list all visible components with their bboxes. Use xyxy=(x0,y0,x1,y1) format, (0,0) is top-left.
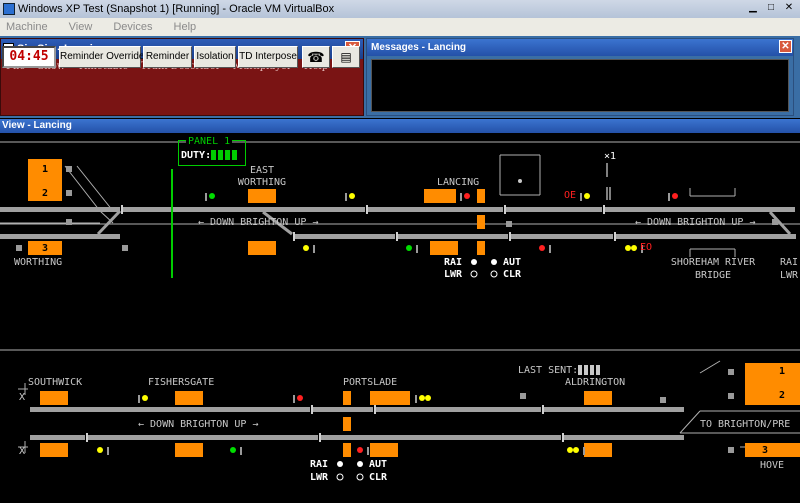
signal-heads xyxy=(97,193,678,453)
station-east-worthing-1: EAST xyxy=(249,165,275,176)
host-menu-bar: Machine View Devices Help xyxy=(0,18,800,36)
berth-blocks xyxy=(28,159,800,457)
station-shoreham-bridge: BRIDGE xyxy=(694,270,732,281)
lower-up-line xyxy=(30,435,684,440)
messages-list[interactable] xyxy=(371,59,789,112)
station-shoreham-river: SHOREHAM RIVER xyxy=(670,257,756,268)
isolation-button[interactable]: Isolation xyxy=(194,46,236,68)
station-fishersgate: FISHERSGATE xyxy=(148,377,215,388)
reminder-button[interactable]: Reminder xyxy=(143,46,192,68)
telephone-icon: ☎ xyxy=(307,49,325,65)
telephone-button[interactable]: ☎ xyxy=(302,46,330,68)
maximize-icon[interactable]: □ xyxy=(762,2,780,15)
oe-marker: OE xyxy=(564,190,577,201)
last-sent-label: LAST SENT: xyxy=(518,365,579,376)
hove-berth-2[interactable]: 2 xyxy=(775,390,789,401)
upper-lwr-label[interactable]: LWR xyxy=(444,269,462,280)
station-east-worthing-2: WORTHING xyxy=(237,177,287,188)
menu-machine[interactable]: Machine xyxy=(6,21,48,33)
station-portslade: PORTSLADE xyxy=(343,377,398,388)
lower-aut-label[interactable]: AUT xyxy=(369,459,387,470)
hove-berth-1[interactable]: 1 xyxy=(775,366,789,377)
direction-label-lower-right: TO BRIGHTON/PRE xyxy=(700,419,791,430)
berth-3[interactable]: 3 xyxy=(38,243,52,254)
last-sent-indicator: LAST SENT: xyxy=(518,365,603,376)
virtualbox-icon xyxy=(3,3,15,15)
duty-bars xyxy=(211,150,238,160)
station-aldrington: ALDRINGTON xyxy=(565,377,626,388)
lower-down-line xyxy=(30,407,684,412)
station-worthing: WORTHING xyxy=(14,257,63,268)
printer-icon: ▤ xyxy=(340,50,352,64)
station-southwick: SOUTHWICK xyxy=(28,377,83,388)
menu-view[interactable]: View xyxy=(69,21,93,33)
lower-control-indicators xyxy=(336,461,364,481)
printer-button[interactable]: ▤ xyxy=(332,46,360,68)
menu-devices[interactable]: Devices xyxy=(113,21,152,33)
berth-1[interactable]: 1 xyxy=(38,164,52,175)
close-icon[interactable]: ✕ xyxy=(780,2,798,15)
direction-label-upper-right: ← DOWN BRIGHTON UP → xyxy=(635,217,756,228)
messages-window: Messages - Lancing ✕ xyxy=(366,38,794,116)
minimize-icon[interactable]: ▁ xyxy=(744,2,762,15)
messages-close-button[interactable]: ✕ xyxy=(779,40,792,53)
station-lancing: LANCING xyxy=(437,177,480,188)
track-diagram xyxy=(0,141,800,481)
upper-control-indicators xyxy=(470,259,498,278)
host-title-bar: Windows XP Test (Snapshot 1) [Running] -… xyxy=(0,0,800,18)
hove-berth-3[interactable]: 3 xyxy=(758,445,772,456)
lower-rai-label[interactable]: RAI xyxy=(310,459,328,470)
station-hove: HOVE xyxy=(760,460,785,471)
lower-lwr-label[interactable]: LWR xyxy=(310,472,328,483)
x-marker-bottom: X xyxy=(19,446,26,457)
upper-rai-label[interactable]: RAI xyxy=(444,257,462,268)
x1-marker: ×1 xyxy=(604,151,617,162)
panel-label: PANEL 1 xyxy=(186,136,233,147)
sim-clock[interactable]: 04:45 xyxy=(2,46,56,68)
x-marker-top: X xyxy=(19,392,26,403)
direction-label-upper-left: ← DOWN BRIGHTON UP → xyxy=(198,217,319,228)
lower-clr-label[interactable]: CLR xyxy=(369,472,387,483)
td-interpose-button[interactable]: TD Interpose xyxy=(238,46,298,68)
view-title-bar: View - Lancing xyxy=(0,119,800,133)
edge-rai-label: RAI xyxy=(780,257,799,268)
view-title: View - Lancing xyxy=(2,120,72,131)
messages-title: Messages - Lancing xyxy=(371,42,467,53)
signalling-view[interactable]: PANEL 1 DUTY: 1 2 3 1 2 3 EAST WORTHING … xyxy=(0,133,800,503)
duty-label: DUTY: xyxy=(181,150,212,161)
upper-aut-label[interactable]: AUT xyxy=(503,257,521,268)
menu-help[interactable]: Help xyxy=(174,21,197,33)
eo-marker: EO xyxy=(640,242,653,253)
last-sent-bars xyxy=(578,365,603,375)
host-window-title: Windows XP Test (Snapshot 1) [Running] -… xyxy=(18,3,335,15)
upper-clr-label[interactable]: CLR xyxy=(503,269,521,280)
direction-label-lower-left: ← DOWN BRIGHTON UP → xyxy=(138,419,259,430)
berth-2[interactable]: 2 xyxy=(38,188,52,199)
messages-title-bar: Messages - Lancing ✕ xyxy=(367,39,793,56)
edge-lwr-label: LWR xyxy=(780,270,799,281)
reminder-override-button[interactable]: Reminder Override xyxy=(59,46,144,68)
duty-indicator: DUTY: xyxy=(181,150,238,161)
